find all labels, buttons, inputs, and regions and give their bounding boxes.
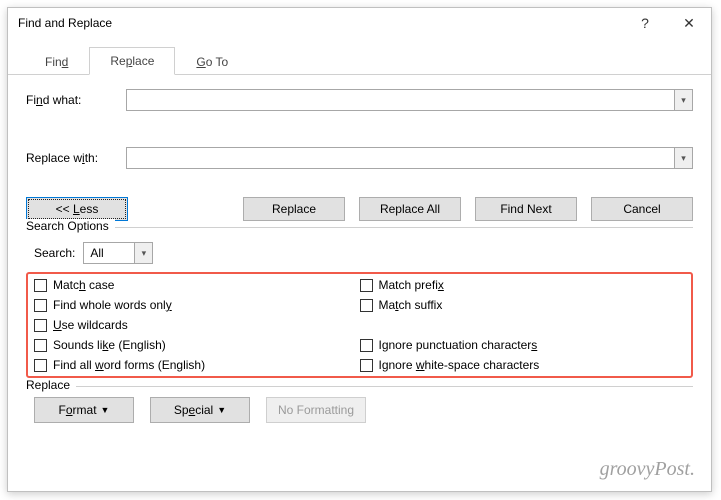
checkbox-icon — [34, 299, 47, 312]
checkbox-icon — [360, 339, 373, 352]
checkbox-icon — [360, 279, 373, 292]
check-use-wildcards[interactable]: Use wildcards — [34, 318, 360, 332]
check-ignore-punctuation[interactable]: Ignore punctuation characters — [360, 338, 686, 352]
chevron-down-icon: ▾ — [681, 95, 686, 106]
replace-button[interactable]: Replace — [243, 197, 345, 221]
find-what-dropdown[interactable]: ▾ — [674, 90, 692, 110]
checkbox-icon — [360, 299, 373, 312]
replace-all-button[interactable]: Replace All — [359, 197, 461, 221]
caret-down-icon: ▼ — [101, 405, 110, 415]
find-what-input[interactable]: ▾ — [126, 89, 693, 111]
tab-replace-underline: Replace — [110, 54, 154, 68]
check-match-prefix[interactable]: Match prefix — [360, 278, 686, 292]
search-direction-value: All — [84, 246, 134, 260]
checkbox-icon — [360, 359, 373, 372]
caret-down-icon: ▼ — [217, 405, 226, 415]
tab-find-underline: Find — [45, 55, 68, 69]
replace-with-row: Replace with: ▾ — [26, 147, 693, 169]
replace-fieldset: Replace Format▼ Special▼ No Formatting — [26, 386, 693, 423]
action-button-row: << Less Replace Replace All Find Next Ca… — [26, 197, 693, 221]
options-right-column: Match prefix Match suffix . Ignore punct… — [360, 278, 686, 372]
find-replace-dialog: Find and Replace ? ✕ Find Replace Go To … — [7, 7, 712, 492]
special-button[interactable]: Special▼ — [150, 397, 250, 423]
check-match-case[interactable]: Match case — [34, 278, 360, 292]
tab-row: Find Replace Go To — [8, 38, 711, 75]
find-next-button[interactable]: Find Next — [475, 197, 577, 221]
search-options-fieldset: Search Options Search: All ▾ Match case — [26, 227, 693, 378]
check-word-forms[interactable]: Find all word forms (English) — [34, 358, 360, 372]
replace-with-label: Replace with: — [26, 151, 126, 165]
checkbox-icon — [34, 339, 47, 352]
chevron-down-icon: ▾ — [681, 153, 686, 164]
check-match-suffix[interactable]: Match suffix — [360, 298, 686, 312]
tab-goto[interactable]: Go To — [175, 48, 249, 75]
help-button[interactable]: ? — [623, 8, 667, 38]
replace-legend: Replace — [26, 378, 76, 392]
search-options-legend: Search Options — [26, 219, 115, 233]
search-direction-dropdown[interactable]: ▾ — [134, 243, 152, 263]
search-direction-row: Search: All ▾ — [26, 236, 693, 270]
titlebar: Find and Replace ? ✕ — [8, 8, 711, 38]
options-left-column: Match case Find whole words only Use wil… — [34, 278, 360, 372]
tab-replace[interactable]: Replace — [89, 47, 175, 75]
search-direction-select[interactable]: All ▾ — [83, 242, 153, 264]
checkbox-icon — [34, 279, 47, 292]
cancel-button[interactable]: Cancel — [591, 197, 693, 221]
replace-with-input[interactable]: ▾ — [126, 147, 693, 169]
less-button[interactable]: << Less — [26, 197, 128, 221]
check-whole-words[interactable]: Find whole words only — [34, 298, 360, 312]
format-button[interactable]: Format▼ — [34, 397, 134, 423]
check-sounds-like[interactable]: Sounds like (English) — [34, 338, 360, 352]
chevron-down-icon: ▾ — [142, 248, 147, 259]
tab-find[interactable]: Find — [24, 48, 89, 75]
replace-with-dropdown[interactable]: ▾ — [674, 148, 692, 168]
dialog-title: Find and Replace — [18, 16, 623, 30]
options-highlight-box: Match case Find whole words only Use wil… — [26, 272, 693, 378]
tab-goto-underline: Go To — [196, 55, 228, 69]
find-what-label: Find what: — [26, 93, 126, 107]
find-what-row: Find what: ▾ — [26, 89, 693, 111]
search-direction-label: Search: — [34, 246, 75, 260]
check-ignore-whitespace[interactable]: Ignore white-space characters — [360, 358, 686, 372]
close-button[interactable]: ✕ — [667, 8, 711, 38]
content: Find what: ▾ Replace with: ▾ << Less Rep… — [8, 75, 711, 433]
watermark: groovyPost. — [600, 458, 695, 481]
no-formatting-button: No Formatting — [266, 397, 366, 423]
checkbox-icon — [34, 359, 47, 372]
format-button-row: Format▼ Special▼ No Formatting — [26, 397, 693, 423]
checkbox-icon — [34, 319, 47, 332]
